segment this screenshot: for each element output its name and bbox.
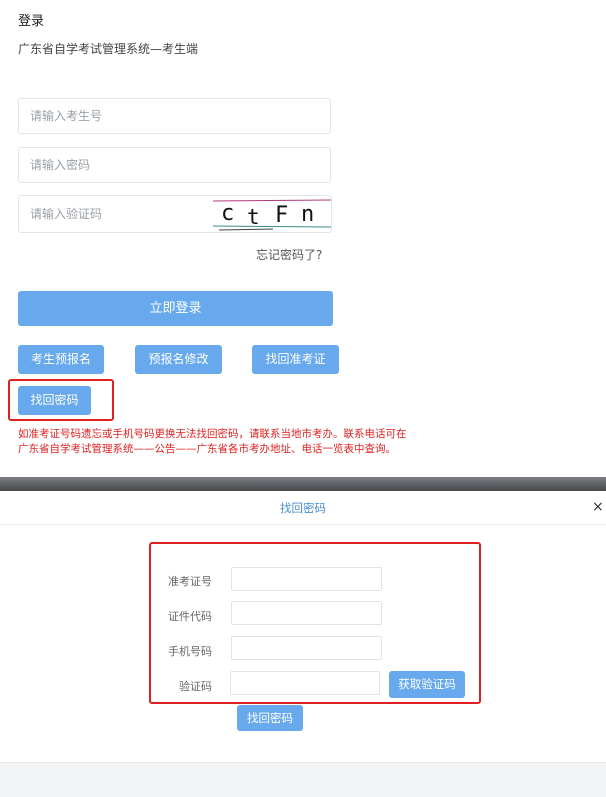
phone-label: 手机号码 — [168, 645, 212, 658]
page-title: 登录 — [18, 14, 45, 29]
find-ticket-button[interactable]: 找回准考证 — [252, 345, 339, 374]
system-subtitle: 广东省自学考试管理系统—考生端 — [18, 42, 199, 56]
modal-title: 找回密码 — [280, 501, 326, 515]
get-code-button[interactable]: 获取验证码 — [389, 671, 465, 698]
login-button[interactable]: 立即登录 — [18, 291, 333, 326]
captcha-image[interactable]: c t F n — [213, 197, 331, 231]
find-password-button[interactable]: 找回密码 — [18, 386, 91, 415]
ticket-number-input[interactable] — [231, 567, 382, 591]
forgot-password-link[interactable]: 忘记密码了? — [256, 246, 322, 263]
password-input[interactable] — [18, 147, 331, 183]
modal-header: 找回密码 × — [0, 491, 606, 525]
captcha-char: t — [247, 205, 260, 229]
captcha-char: n — [301, 202, 314, 227]
captcha-input[interactable] — [19, 196, 211, 232]
verify-code-label: 验证码 — [179, 680, 212, 693]
close-icon[interactable]: × — [592, 499, 604, 515]
find-password-modal: 找回密码 × 准考证号 证件代码 手机号码 验证码 获取验证码 找回密码 — [0, 491, 606, 797]
modal-footer — [0, 762, 606, 797]
captcha-char: F — [275, 203, 288, 228]
modal-overlay-strip — [0, 477, 606, 491]
notice-line: 如准考证号码遗忘或手机号码更换无法找回密码，请联系当地市考办。联系电话可在 — [18, 428, 407, 440]
captcha-field: c t F n — [18, 195, 332, 233]
verify-code-input[interactable] — [230, 671, 380, 695]
notice-text: 如准考证号码遗忘或手机号码更换无法找回密码，请联系当地市考办。联系电话可在 广东… — [18, 427, 438, 457]
phone-input[interactable] — [231, 636, 382, 660]
notice-line: 广东省自学考试管理系统——公告——广东省各市考办地址、电话一览表中查询。 — [18, 443, 396, 455]
ticket-number-label: 准考证号 — [168, 575, 212, 588]
id-code-label: 证件代码 — [168, 610, 212, 623]
find-password-submit-button[interactable]: 找回密码 — [237, 705, 303, 731]
id-code-input[interactable] — [231, 601, 382, 625]
captcha-char: c — [221, 201, 234, 226]
modify-pre-register-button[interactable]: 预报名修改 — [135, 345, 222, 374]
exam-number-input[interactable] — [18, 98, 331, 134]
pre-register-button[interactable]: 考生预报名 — [18, 345, 104, 374]
